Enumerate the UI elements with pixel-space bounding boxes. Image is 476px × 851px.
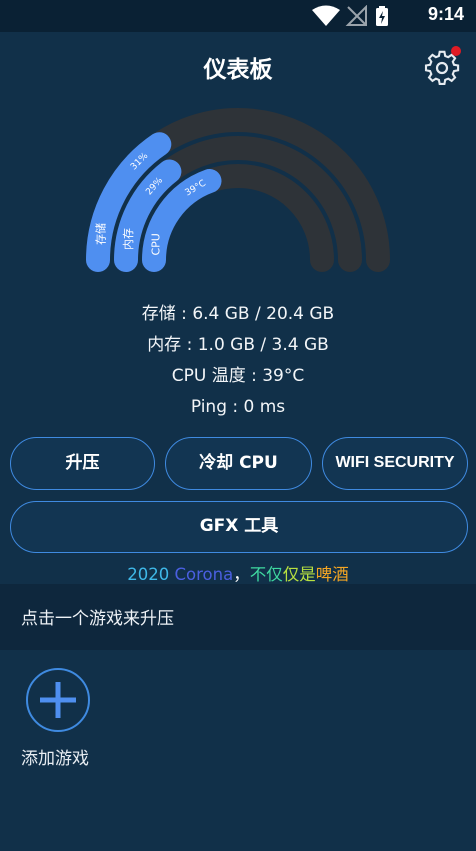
- gauge-label-2: CPU: [149, 233, 162, 255]
- slogan-part-1: 不仅: [249, 565, 283, 584]
- slogan-corona: Corona: [174, 565, 234, 584]
- add-game-label: 添加游戏: [21, 749, 89, 769]
- page-title: 仪表板: [203, 57, 273, 83]
- slogan-part-2: 仅是: [282, 565, 316, 584]
- add-game-button[interactable]: [26, 668, 90, 732]
- notification-dot: [451, 46, 461, 56]
- signal-off-icon: [345, 5, 367, 26]
- stats-list: 存储 : 6.4 GB / 20.4 GB 内存 : 1.0 GB / 3.4 …: [0, 300, 476, 424]
- slogan-part-3: 啤酒: [315, 565, 349, 584]
- status-bar: 9:14: [0, 0, 476, 32]
- wifi-icon: [312, 5, 340, 26]
- cool-cpu-button[interactable]: 冷却 CPU: [165, 437, 312, 490]
- section-header: 点击一个游戏来升压: [0, 584, 476, 650]
- status-time: 9:14: [427, 4, 464, 24]
- storage-stat: 存储 : 6.4 GB / 20.4 GB: [141, 304, 335, 324]
- ping-stat: Ping : 0 ms: [190, 397, 286, 417]
- gfx-tool-button[interactable]: GFX 工具: [10, 501, 468, 553]
- plus-icon: [40, 682, 76, 718]
- cpu-temp-stat: CPU 温度 : 39°C: [171, 366, 305, 386]
- gauge-label-0: 存储: [93, 223, 107, 245]
- section-text: 点击一个游戏来升压: [21, 609, 174, 629]
- memory-stat: 内存 : 1.0 GB / 3.4 GB: [147, 335, 329, 355]
- status-icons: [312, 5, 388, 26]
- slogan-year: 2020: [127, 565, 170, 584]
- gauge-chart: 31%存储29%内存39°CCPU: [86, 108, 390, 272]
- slogan: 2020 Corona，不仅仅是啤酒: [0, 561, 476, 585]
- wifi-security-button[interactable]: WIFI SECURITY: [322, 437, 468, 490]
- gauge-label-1: 内存: [121, 228, 135, 250]
- battery-charging-icon: [376, 6, 388, 26]
- boost-button[interactable]: 升压: [10, 437, 155, 490]
- app-header: 仪表板: [0, 32, 476, 104]
- slogan-comma: ，: [233, 565, 250, 584]
